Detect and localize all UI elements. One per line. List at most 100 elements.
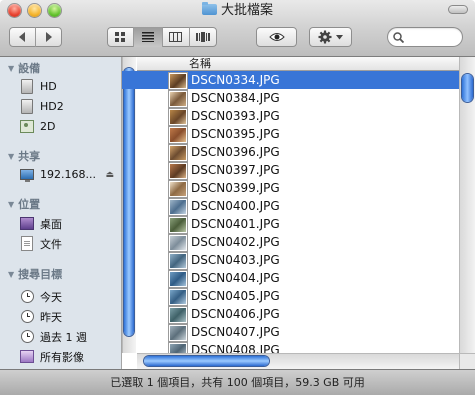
finder-window: 大批檔案 ▼ 設備 HD HD2 2D ▼ 共享 192.168... ⏏ ▼ …: [0, 0, 475, 395]
list-item[interactable]: DSCN0334.JPG: [122, 71, 459, 89]
nav-buttons: [9, 27, 62, 47]
list-item[interactable]: DSCN0407.JPG: [122, 323, 459, 341]
status-text: 已選取 1 個項目，共有 100 個項目，59.3 GB 可用: [110, 376, 365, 389]
disclosure-triangle-icon: ▼: [8, 63, 15, 73]
disclosure-triangle-icon: ▼: [8, 269, 15, 279]
list-item[interactable]: DSCN0397.JPG: [122, 161, 459, 179]
list-view-icon: [141, 32, 154, 42]
gear-icon: [318, 30, 332, 44]
file-list: DSCN0334.JPG DSCN0384.JPG DSCN0393.JPG DSCN…: [122, 71, 459, 355]
sidebar-item-yesterday[interactable]: 昨天: [20, 308, 116, 325]
photo-thumbnail-icon: [169, 163, 187, 179]
eject-icon[interactable]: ⏏: [105, 170, 114, 180]
vertical-scroll-thumb[interactable]: [462, 74, 473, 102]
vertical-scrollbar[interactable]: [459, 57, 475, 353]
file-name: DSCN0399.JPG: [191, 181, 280, 195]
column-view-button[interactable]: [163, 27, 190, 47]
list-item[interactable]: DSCN0393.JPG: [122, 107, 459, 125]
sidebar-item-past-week[interactable]: 過去 1 週: [20, 328, 116, 345]
sidebar-section-places[interactable]: ▼ 位置: [8, 196, 40, 212]
photo-thumbnail-icon: [169, 235, 187, 251]
photo-thumbnail-icon: [169, 253, 187, 269]
file-name: DSCN0395.JPG: [191, 127, 280, 141]
file-name: DSCN0404.JPG: [191, 271, 280, 285]
folder-icon: [201, 2, 217, 15]
photo-thumbnail-icon: [169, 325, 187, 341]
icon-view-button[interactable]: [107, 27, 135, 47]
search-input[interactable]: [407, 29, 463, 45]
file-name: DSCN0396.JPG: [191, 145, 280, 159]
hard-drive-icon: [20, 79, 34, 94]
sidebar-item-hd[interactable]: HD: [20, 78, 116, 95]
coverflow-view-button[interactable]: [190, 27, 217, 47]
file-name: DSCN0400.JPG: [191, 199, 280, 213]
sidebar-item-desktop[interactable]: 桌面: [20, 215, 116, 232]
disk-image-icon: [20, 120, 34, 134]
file-name: DSCN0406.JPG: [191, 307, 280, 321]
list-item[interactable]: DSCN0402.JPG: [122, 233, 459, 251]
name-column-header[interactable]: 名稱: [189, 57, 211, 70]
sidebar-section-shared[interactable]: ▼ 共享: [8, 148, 40, 164]
chevron-down-icon: [336, 34, 343, 39]
list-item[interactable]: DSCN0403.JPG: [122, 251, 459, 269]
documents-icon: [20, 236, 34, 251]
network-computer-icon: [20, 168, 34, 182]
chevron-right-icon: [45, 32, 52, 42]
sidebar-section-devices[interactable]: ▼ 設備: [8, 60, 40, 76]
coverflow-view-icon: [196, 32, 211, 42]
sidebar-item-hd2[interactable]: HD2: [20, 98, 116, 115]
file-name: DSCN0384.JPG: [191, 91, 280, 105]
list-item[interactable]: DSCN0399.JPG: [122, 179, 459, 197]
sidebar-item-network-host[interactable]: 192.168... ⏏: [20, 166, 116, 183]
file-name: DSCN0403.JPG: [191, 253, 280, 267]
disclosure-triangle-icon: ▼: [8, 199, 15, 209]
photo-thumbnail-icon: [169, 109, 187, 125]
horizontal-scrollbar[interactable]: [137, 353, 459, 369]
sidebar: ▼ 設備 HD HD2 2D ▼ 共享 192.168... ⏏ ▼ 位置 桌面 文件…: [0, 57, 122, 369]
sidebar-item-documents[interactable]: 文件: [20, 235, 116, 252]
toolbar: 大批檔案: [0, 0, 475, 57]
list-column-header[interactable]: 名稱: [137, 57, 459, 71]
view-mode-segmented: [107, 27, 217, 47]
window-title-bar: 大批檔案: [0, 2, 475, 19]
photo-thumbnail-icon: [169, 127, 187, 143]
window-title: 大批檔案: [220, 3, 273, 18]
list-view-button[interactable]: [134, 27, 163, 47]
list-item[interactable]: DSCN0401.JPG: [122, 215, 459, 233]
forward-button[interactable]: [36, 27, 62, 47]
back-button[interactable]: [9, 27, 36, 47]
photo-thumbnail-icon: [169, 217, 187, 233]
column-view-icon: [169, 32, 183, 42]
sidebar-item-2d[interactable]: 2D: [20, 118, 116, 135]
file-name: DSCN0334.JPG: [191, 73, 280, 87]
list-item[interactable]: DSCN0405.JPG: [122, 287, 459, 305]
photo-thumbnail-icon: [169, 199, 187, 215]
photo-thumbnail-icon: [169, 307, 187, 323]
photo-thumbnail-icon: [169, 271, 187, 287]
clock-icon: [20, 330, 34, 344]
photo-thumbnail-icon: [169, 145, 187, 161]
quick-look-button[interactable]: [256, 27, 297, 47]
disclosure-triangle-icon: ▼: [8, 151, 15, 161]
list-item[interactable]: DSCN0400.JPG: [122, 197, 459, 215]
sidebar-item-all-images[interactable]: 所有影像: [20, 348, 116, 365]
list-item[interactable]: DSCN0395.JPG: [122, 125, 459, 143]
sidebar-item-today[interactable]: 今天: [20, 288, 116, 305]
toolbar-toggle-button[interactable]: [448, 5, 468, 14]
list-item[interactable]: DSCN0396.JPG: [122, 143, 459, 161]
file-name: DSCN0393.JPG: [191, 109, 280, 123]
icon-view-icon: [114, 31, 125, 42]
sidebar-section-search-for[interactable]: ▼ 搜尋目標: [8, 266, 62, 282]
list-item[interactable]: DSCN0384.JPG: [122, 89, 459, 107]
clock-icon: [20, 290, 34, 304]
file-name: DSCN0405.JPG: [191, 289, 280, 303]
photo-thumbnail-icon: [169, 181, 187, 197]
list-item[interactable]: DSCN0406.JPG: [122, 305, 459, 323]
horizontal-scroll-thumb[interactable]: [144, 356, 269, 366]
photo-thumbnail-icon: [169, 91, 187, 107]
file-name: DSCN0397.JPG: [191, 163, 280, 177]
resize-corner[interactable]: [459, 353, 475, 370]
list-item[interactable]: DSCN0404.JPG: [122, 269, 459, 287]
search-field[interactable]: [387, 27, 463, 47]
action-menu-button[interactable]: [309, 27, 352, 47]
